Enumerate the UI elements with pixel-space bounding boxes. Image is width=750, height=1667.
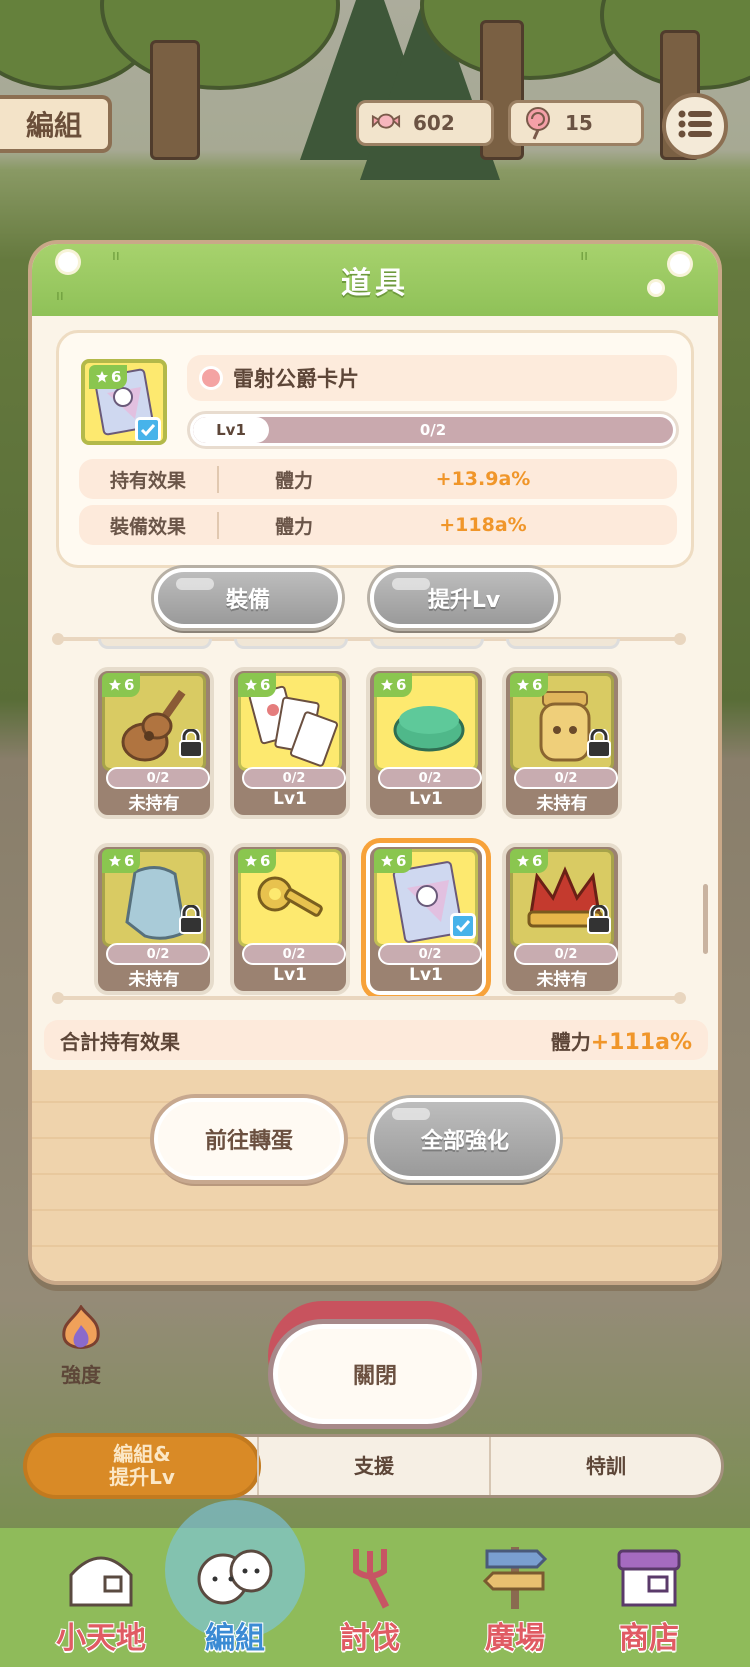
item-count: 0/2 xyxy=(242,767,346,789)
upgrade-level-button[interactable]: 提升Lv xyxy=(370,568,558,628)
item-status: 未持有 xyxy=(536,794,588,814)
own-effect-value: +13.9a% xyxy=(435,468,531,490)
home-icon xyxy=(61,1541,141,1611)
own-effect-stat: 體力 xyxy=(274,469,313,492)
item-card[interactable]: 6 0/2 未持有 xyxy=(502,843,622,995)
signpost-icon xyxy=(475,1541,555,1611)
strength-indicator[interactable]: 強度 xyxy=(46,1304,116,1388)
item-status: Lv1 xyxy=(409,789,443,809)
equip-effect-label: 裝備效果 xyxy=(79,511,219,539)
lock-icon xyxy=(586,903,612,935)
item-card[interactable]: 6 0/2 Lv1 xyxy=(366,667,486,819)
level-progress-bar: 0/2 Lv1 xyxy=(187,411,679,449)
nav-team[interactable]: 編組 xyxy=(170,1541,300,1657)
item-count: 0/2 xyxy=(242,943,346,965)
dialog-title: 道具 xyxy=(341,266,409,301)
nav-shop-label: 商店 xyxy=(618,1620,680,1657)
selected-item-card: 6 雷射公爵卡片 0/2 Lv1 持有效果 體力 +13.9a% 裝備效果 體力… xyxy=(56,330,694,568)
total-effect-row: 合計持有效果 體力+111a% xyxy=(44,1020,708,1060)
item-status: 未持有 xyxy=(128,794,180,814)
tab-team-upgrade[interactable]: 編組& 提升Lv xyxy=(27,1437,257,1495)
dialog-header: ıı ıı ıı 道具 xyxy=(32,244,718,316)
nav-battle-label: 討伐 xyxy=(339,1620,401,1657)
enhance-all-button[interactable]: 全部強化 xyxy=(370,1098,560,1180)
item-card[interactable]: 6 0/2 未持有 xyxy=(94,667,214,819)
star-rank-badge: 6 xyxy=(89,365,128,389)
wood-footer xyxy=(32,1070,718,1281)
candy-count: 602 xyxy=(413,111,455,135)
grid-scrollbar[interactable] xyxy=(703,884,708,954)
nav-plaza[interactable]: 廣場 xyxy=(450,1541,580,1657)
strength-label: 強度 xyxy=(61,1363,101,1387)
item-status: 未持有 xyxy=(128,970,180,990)
team-sign: 編組 xyxy=(0,95,112,153)
go-to-gacha-button[interactable]: 前往轉蛋 xyxy=(154,1098,344,1180)
nav-shop[interactable]: 商店 xyxy=(584,1541,714,1657)
items-dialog: ıı ıı ıı 道具 6 雷射公爵卡片 0/2 Lv1 持有效果 體力 +13… xyxy=(28,240,722,1285)
item-count: 0/2 xyxy=(514,943,618,965)
selected-item-thumbnail: 6 xyxy=(81,359,167,445)
characters-icon xyxy=(195,1541,275,1611)
nav-team-label: 編組 xyxy=(204,1620,266,1657)
total-effect-value: +111a% xyxy=(590,1029,692,1055)
bottom-tabs: 編組& 提升Lv 支援 特訓 xyxy=(24,1434,724,1498)
shop-icon xyxy=(609,1541,689,1611)
tab-training[interactable]: 特訓 xyxy=(489,1437,721,1495)
nav-plaza-label: 廣場 xyxy=(484,1620,546,1657)
item-card[interactable]: 6 0/2 未持有 xyxy=(502,667,622,819)
total-effect-label: 合計持有效果 xyxy=(60,1029,180,1054)
lock-icon xyxy=(178,903,204,935)
flame-icon xyxy=(58,1304,104,1357)
item-card[interactable]: 6 0/2 Lv1 xyxy=(230,667,350,819)
fork-weapon-icon xyxy=(330,1541,410,1611)
nav-home[interactable]: 小天地 xyxy=(36,1541,166,1657)
item-card[interactable]: 6 0/2 Lv1 xyxy=(230,843,350,995)
level-label: Lv1 xyxy=(193,417,269,443)
item-count: 0/2 xyxy=(378,767,482,789)
item-status: Lv1 xyxy=(273,789,307,809)
rarity-dot-icon xyxy=(199,366,223,390)
equipped-check-icon xyxy=(450,913,476,939)
item-status: 未持有 xyxy=(536,970,588,990)
equip-effect-row: 裝備效果 體力 +118a% xyxy=(79,505,677,545)
close-button[interactable]: 關閉 xyxy=(273,1324,477,1424)
list-menu-icon xyxy=(678,110,712,142)
lock-icon xyxy=(586,727,612,759)
item-count: 0/2 xyxy=(378,943,482,965)
item-status: Lv1 xyxy=(273,965,307,985)
lock-icon xyxy=(178,727,204,759)
total-effect-stat: 體力 xyxy=(550,1029,591,1054)
equipped-check-icon xyxy=(135,417,161,441)
tab-support[interactable]: 支援 xyxy=(257,1437,489,1495)
grid-bottom-divider xyxy=(52,992,686,1004)
equip-effect-stat: 體力 xyxy=(274,515,313,538)
item-name: 雷射公爵卡片 xyxy=(233,367,359,391)
item-name-pill: 雷射公爵卡片 xyxy=(187,355,677,401)
menu-button[interactable] xyxy=(662,93,728,159)
lollipop-count: 15 xyxy=(565,111,593,135)
item-card[interactable]: 6 0/2 未持有 xyxy=(94,843,214,995)
own-effect-row: 持有效果 體力 +13.9a% xyxy=(79,459,677,499)
equip-button[interactable]: 裝備 xyxy=(154,568,342,628)
item-count: 0/2 xyxy=(106,943,210,965)
candy-counter: 602 xyxy=(356,100,494,146)
nav-battle[interactable]: 討伐 xyxy=(305,1541,435,1657)
item-card-selected[interactable]: 6 0/2 Lv1 xyxy=(366,843,486,995)
item-status: Lv1 xyxy=(409,965,443,985)
item-count: 0/2 xyxy=(514,767,618,789)
item-grid: 6 0/2 未持有 6 0/2 Lv1 6 0/2 Lv1 6 0/2 未持有 … xyxy=(32,639,718,999)
lollipop-counter: 15 xyxy=(508,100,644,146)
nav-home-label: 小天地 xyxy=(55,1620,147,1657)
candy-icon xyxy=(371,108,401,138)
lollipop-icon xyxy=(523,107,553,140)
item-count: 0/2 xyxy=(106,767,210,789)
own-effect-label: 持有效果 xyxy=(79,465,219,493)
equip-effect-value: +118a% xyxy=(439,514,527,536)
